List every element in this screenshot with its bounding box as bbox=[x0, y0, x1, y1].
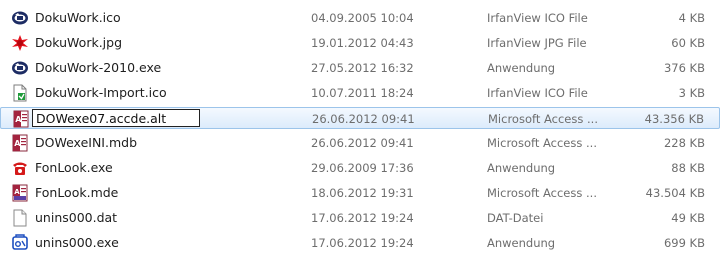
irfanview-ico-icon bbox=[11, 84, 29, 102]
file-type: Anwendung bbox=[487, 161, 556, 175]
file-row[interactable]: DokuWork.ico 04.09.2005 10:04 IrfanView … bbox=[0, 7, 720, 29]
file-size: 699 KB bbox=[663, 236, 705, 250]
file-type: Microsoft Access ... bbox=[487, 136, 597, 150]
blank-file-icon bbox=[11, 209, 29, 227]
file-type: IrfanView ICO File bbox=[487, 86, 588, 100]
file-type: Anwendung bbox=[487, 236, 556, 250]
file-row-selected[interactable]: A 26.06.2012 09:41 Microsoft Access ... … bbox=[0, 107, 720, 129]
file-date: 17.06.2012 19:24 bbox=[311, 236, 414, 250]
file-row[interactable]: unins000.exe 17.06.2012 19:24 Anwendung … bbox=[0, 232, 720, 254]
file-size: 3 KB bbox=[678, 86, 705, 100]
file-date: 10.07.2011 18:24 bbox=[311, 86, 414, 100]
svg-text:A: A bbox=[15, 115, 22, 124]
file-size: 60 KB bbox=[671, 36, 705, 50]
uninstaller-exe-icon bbox=[11, 234, 29, 252]
file-name: FonLook.exe bbox=[35, 160, 113, 175]
file-date: 04.09.2005 10:04 bbox=[311, 11, 414, 25]
file-date: 26.06.2012 09:41 bbox=[312, 112, 415, 126]
file-name: DokuWork-2010.exe bbox=[35, 60, 162, 75]
application-exe-icon bbox=[11, 59, 29, 77]
svg-text:A: A bbox=[14, 139, 21, 148]
file-name: DokuWork.jpg bbox=[35, 35, 123, 50]
file-name: unins000.dat bbox=[35, 210, 118, 225]
file-date: 19.01.2012 04:43 bbox=[311, 36, 414, 50]
fonlook-exe-icon bbox=[11, 159, 29, 177]
file-size: 49 KB bbox=[671, 211, 705, 225]
file-list: DokuWork.ico 04.09.2005 10:04 IrfanView … bbox=[0, 0, 720, 269]
access-file-icon: A bbox=[12, 110, 30, 128]
svg-text:A: A bbox=[14, 188, 20, 196]
file-size: 376 KB bbox=[663, 61, 705, 75]
file-type: IrfanView ICO File bbox=[487, 11, 588, 25]
file-row[interactable]: DokuWork-2010.exe 27.05.2012 16:32 Anwen… bbox=[0, 57, 720, 79]
file-row[interactable]: DokuWork.jpg 19.01.2012 04:43 IrfanView … bbox=[0, 32, 720, 54]
access-mdb-icon: A bbox=[11, 134, 29, 152]
file-date: 26.06.2012 09:41 bbox=[311, 136, 414, 150]
file-type: Microsoft Access ... bbox=[487, 186, 597, 200]
file-date: 29.06.2009 17:36 bbox=[311, 161, 414, 175]
file-size: 43.504 KB bbox=[645, 186, 705, 200]
file-date: 27.05.2012 16:32 bbox=[311, 61, 414, 75]
file-size: 43.356 KB bbox=[644, 112, 704, 126]
irfanview-ico-icon bbox=[11, 9, 29, 27]
file-size: 88 KB bbox=[671, 161, 705, 175]
file-name: DokuWork-Import.ico bbox=[35, 85, 167, 100]
file-date: 17.06.2012 19:24 bbox=[311, 211, 414, 225]
file-row[interactable]: A DOWexeINI.mdb 26.06.2012 09:41 Microso… bbox=[0, 132, 720, 154]
file-size: 228 KB bbox=[663, 136, 705, 150]
file-row[interactable]: unins000.dat 17.06.2012 19:24 DAT-Datei … bbox=[0, 207, 720, 229]
file-date: 18.06.2012 19:31 bbox=[311, 186, 414, 200]
file-type: Microsoft Access ... bbox=[488, 112, 598, 126]
file-row[interactable]: A FonLook.mde 18.06.2012 19:31 Microsoft… bbox=[0, 182, 720, 204]
file-name: FonLook.mde bbox=[35, 185, 119, 200]
file-row[interactable]: FonLook.exe 29.06.2009 17:36 Anwendung 8… bbox=[0, 157, 720, 179]
file-name: unins000.exe bbox=[35, 235, 119, 250]
access-mde-icon: A bbox=[11, 184, 29, 202]
file-type: DAT-Datei bbox=[487, 211, 544, 225]
file-type: IrfanView JPG File bbox=[487, 36, 587, 50]
file-type: Anwendung bbox=[487, 61, 556, 75]
file-name: DOWexeINI.mdb bbox=[35, 135, 138, 150]
rename-input[interactable] bbox=[32, 109, 200, 127]
irfanview-jpg-icon bbox=[11, 34, 29, 52]
file-size: 4 KB bbox=[678, 11, 705, 25]
file-row[interactable]: DokuWork-Import.ico 10.07.2011 18:24 Irf… bbox=[0, 82, 720, 104]
file-name: DokuWork.ico bbox=[35, 10, 121, 25]
